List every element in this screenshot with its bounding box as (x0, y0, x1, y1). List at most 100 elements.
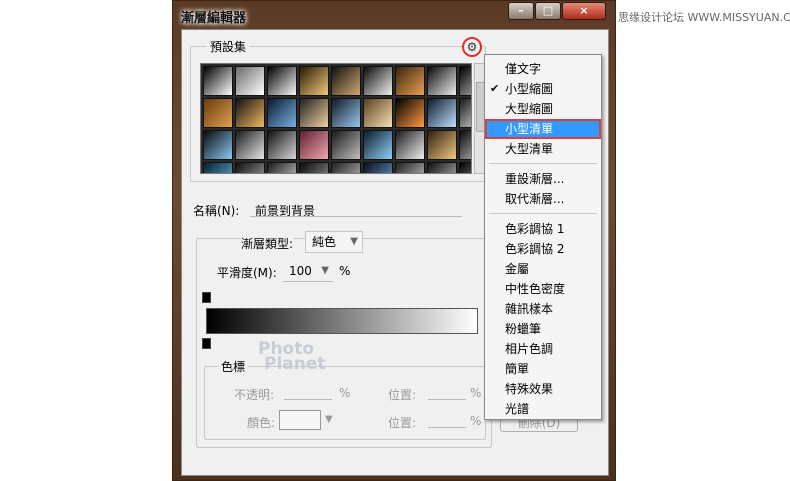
preset-swatch[interactable] (331, 98, 361, 128)
preset-swatch[interactable] (235, 130, 265, 160)
menu-separator (489, 163, 597, 164)
presets-title: 預設集 (207, 38, 250, 55)
stop-color-swatch[interactable] (279, 410, 321, 430)
preset-swatch[interactable] (363, 98, 393, 128)
menu-item[interactable]: 大型清單 (485, 139, 601, 159)
preset-swatch[interactable] (395, 98, 425, 128)
preset-swatch[interactable] (395, 162, 425, 173)
menu-item[interactable]: 小型清單 (485, 119, 601, 139)
minimize-icon: – (518, 4, 524, 17)
preset-swatch[interactable] (203, 130, 233, 160)
opacity-position-label: 位置: (388, 388, 417, 402)
preset-swatch[interactable] (427, 162, 457, 173)
preset-swatch[interactable] (459, 162, 471, 173)
menu-item-label: 僅文字 (505, 62, 542, 76)
smoothness-unit: % (339, 264, 351, 278)
preset-swatch-grid[interactable] (200, 63, 472, 174)
menu-item-label: 小型縮圖 (505, 82, 554, 96)
menu-item-label: 相片色調 (505, 342, 554, 356)
menu-item[interactable]: ✔ 小型縮圖 (485, 79, 601, 99)
preset-swatch[interactable] (299, 162, 329, 173)
preset-swatch[interactable] (267, 130, 297, 160)
opacity-label: 不透明: (234, 388, 275, 402)
menu-item[interactable]: 特殊效果 (485, 379, 601, 399)
preset-swatch[interactable] (299, 66, 329, 96)
color-position-unit: % (470, 414, 482, 428)
menu-item[interactable]: 金屬 (485, 259, 601, 279)
smoothness-value: 100 (289, 264, 312, 278)
preset-swatch[interactable] (235, 66, 265, 96)
menu-item[interactable]: 粉蠟筆 (485, 319, 601, 339)
preset-swatch[interactable] (363, 66, 393, 96)
name-label: 名稱(N): (193, 204, 240, 218)
preset-swatch[interactable] (235, 98, 265, 128)
menu-item-label: 金屬 (505, 262, 530, 276)
menu-item[interactable]: 取代漸層... (485, 189, 601, 209)
preset-swatch[interactable] (459, 66, 471, 96)
maximize-button[interactable]: □ (535, 2, 561, 20)
menu-item[interactable]: 相片色調 (485, 339, 601, 359)
menu-item[interactable]: 僅文字 (485, 59, 601, 79)
menu-item[interactable]: 色彩調協 1 (485, 219, 601, 239)
preset-swatch[interactable] (331, 130, 361, 160)
preset-swatch[interactable] (427, 98, 457, 128)
preset-swatch[interactable] (331, 66, 361, 96)
opacity-field-underline (284, 399, 332, 400)
preset-swatch[interactable] (363, 162, 393, 173)
gradient-preview-bar[interactable] (206, 308, 478, 334)
menu-item[interactable]: 簡單 (485, 359, 601, 379)
preset-swatch[interactable] (395, 66, 425, 96)
gear-icon: ⚙ (466, 40, 478, 54)
preset-swatch[interactable] (427, 66, 457, 96)
preset-swatch[interactable] (459, 98, 471, 128)
color-stop-left[interactable] (202, 338, 211, 349)
smoothness-select[interactable]: 100 ▼ (283, 262, 333, 282)
gradient-type-label: 漸層類型: (241, 235, 294, 252)
color-chevron-down-icon[interactable]: ▼ (325, 414, 333, 425)
preset-swatch[interactable] (395, 130, 425, 160)
preset-swatch[interactable] (331, 162, 361, 173)
preset-swatch[interactable] (299, 130, 329, 160)
gradient-type-value: 純色 (312, 235, 337, 249)
title-bar[interactable]: 漸層編輯器 – □ × (173, 1, 615, 29)
menu-item-label: 光譜 (505, 402, 530, 416)
menu-item-label: 重設漸層... (505, 172, 565, 186)
opacity-stop-left[interactable] (202, 292, 211, 303)
presets-context-menu: 僅文字 ✔ 小型縮圖大型縮圖小型清單大型清單重設漸層... 取代漸層... 色彩調協 1… (484, 54, 602, 420)
stops-title: 色標 (218, 358, 249, 375)
menu-item[interactable]: 重設漸層... (485, 169, 601, 189)
preset-swatch[interactable] (203, 66, 233, 96)
preset-swatch[interactable] (459, 130, 471, 160)
menu-item[interactable]: 色彩調協 2 (485, 239, 601, 259)
preset-swatch[interactable] (299, 98, 329, 128)
color-label: 顏色: (247, 416, 276, 430)
menu-item[interactable]: 雜訊樣本 (485, 299, 601, 319)
preset-swatch[interactable] (203, 162, 233, 173)
smoothness-label: 平滑度(M): (217, 266, 277, 280)
menu-item[interactable]: 大型縮圖 (485, 99, 601, 119)
minimize-button[interactable]: – (508, 2, 534, 20)
close-button[interactable]: × (562, 2, 606, 20)
name-field-underline (250, 216, 462, 217)
opacity-position-underline (428, 399, 466, 400)
preset-swatch[interactable] (427, 130, 457, 160)
menu-item-label: 特殊效果 (505, 382, 554, 396)
window-title: 漸層編輯器 (181, 11, 247, 26)
menu-item-label: 取代漸層... (505, 192, 565, 206)
preset-swatch[interactable] (267, 98, 297, 128)
chevron-down-icon: ▼ (350, 236, 358, 247)
preset-swatch[interactable] (267, 66, 297, 96)
menu-separator (489, 213, 597, 214)
menu-item-label: 大型縮圖 (505, 102, 554, 116)
menu-item-label: 大型清單 (505, 142, 554, 156)
preset-swatch[interactable] (203, 98, 233, 128)
preset-swatch[interactable] (235, 162, 265, 173)
preset-swatch[interactable] (267, 162, 297, 173)
presets-menu-button[interactable]: ⚙ (462, 37, 482, 57)
menu-item-label: 色彩調協 1 (505, 222, 565, 236)
close-icon: × (579, 4, 589, 17)
gradient-type-select[interactable]: 純色 ▼ (305, 231, 363, 253)
menu-item[interactable]: 中性色密度 (485, 279, 601, 299)
preset-swatch[interactable] (363, 130, 393, 160)
menu-item[interactable]: 光譜 (485, 399, 601, 419)
